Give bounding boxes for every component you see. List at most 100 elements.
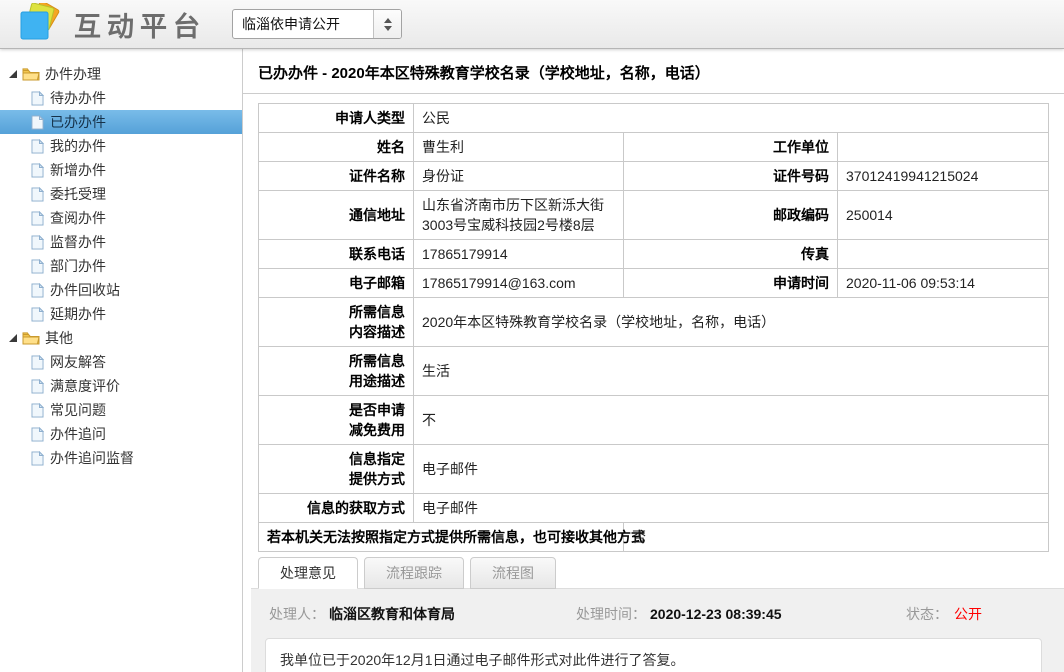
sidebar-item-label: 网友解答 <box>50 352 106 372</box>
folder-icon <box>22 67 40 81</box>
tab-process-track[interactable]: 流程跟踪 <box>364 557 464 589</box>
sidebar-item-label: 我的办件 <box>50 136 106 156</box>
document-icon <box>31 403 44 418</box>
table-row: 通信地址山东省济南市历下区新泺大街3003号宝威科技园2号楼8层邮政编码2500… <box>259 191 1049 240</box>
field-label: 姓名 <box>259 133 414 162</box>
document-icon <box>31 307 44 322</box>
folder-icon <box>22 331 40 345</box>
sidebar-item[interactable]: 待办办件 <box>0 86 242 110</box>
sidebar-item[interactable]: 我的办件 <box>0 134 242 158</box>
table-row: 电子邮箱17865179914@163.com申请时间2020-11-06 09… <box>259 269 1049 298</box>
main-content: 已办办件 - 2020年本区特殊教育学校名录（学校地址，名称，电话） 申请人类型… <box>243 49 1064 672</box>
sidebar-item[interactable]: 办件回收站 <box>0 278 242 302</box>
sidebar-item[interactable]: 常见问题 <box>0 398 242 422</box>
sidebar-item[interactable]: 查阅办件 <box>0 206 242 230</box>
handler-label: 处理人： <box>269 604 325 624</box>
category-select[interactable]: 临淄依申请公开 <box>232 9 402 39</box>
app-logo-icon <box>16 3 62 45</box>
table-row: 姓名曹生利工作单位 <box>259 133 1049 162</box>
page-title: 已办办件 - 2020年本区特殊教育学校名录（学校地址，名称，电话） <box>258 62 1064 83</box>
reply-message-box: 我单位已于2020年12月1日通过电子邮件形式对此件进行了答复。 <box>265 638 1042 672</box>
sidebar-item[interactable]: 监督办件 <box>0 230 242 254</box>
document-icon <box>31 451 44 466</box>
field-label: 工作单位 <box>624 133 838 162</box>
sidebar-item[interactable]: 满意度评价 <box>0 374 242 398</box>
document-icon <box>31 91 44 106</box>
field-label: 是否申请 减免费用 <box>259 396 414 445</box>
request-detail-table: 申请人类型公民姓名曹生利工作单位证件名称身份证证件号码3701241994121… <box>258 103 1049 552</box>
field-value: 2020-11-06 09:53:14 <box>838 269 1049 298</box>
arrow-up-icon <box>384 18 392 23</box>
sidebar-item[interactable]: 网友解答 <box>0 350 242 374</box>
sidebar-item-label: 常见问题 <box>50 400 106 420</box>
field-value: 公民 <box>414 104 1049 133</box>
sidebar-item[interactable]: 部门办件 <box>0 254 242 278</box>
sidebar-item-label: 部门办件 <box>50 256 106 276</box>
process-time-label: 处理时间： <box>576 604 646 624</box>
field-value: 电子邮件 <box>414 445 1049 494</box>
sidebar-item-label: 委托受理 <box>50 184 106 204</box>
sidebar-folder[interactable]: 办件办理 <box>0 62 242 86</box>
field-label: 申请人类型 <box>259 104 414 133</box>
sidebar-item[interactable]: 办件追问 <box>0 422 242 446</box>
field-value: 37012419941215024 <box>838 162 1049 191</box>
status-badge: 公开 <box>954 604 982 624</box>
sidebar-item-label: 已办办件 <box>50 112 106 132</box>
table-row: 是否申请 减免费用不 <box>259 396 1049 445</box>
document-icon <box>31 259 44 274</box>
category-select-value: 临淄依申请公开 <box>233 10 373 38</box>
field-value: 身份证 <box>414 162 624 191</box>
select-spinner-icon[interactable] <box>373 10 401 38</box>
table-row: 信息的获取方式电子邮件 <box>259 494 1049 523</box>
handler-value: 临淄区教育和体育局 <box>329 604 455 624</box>
field-value: 2020年本区特殊教育学校名录（学校地址，名称，电话） <box>414 298 1049 347</box>
field-label: 联系电话 <box>259 240 414 269</box>
field-label: 所需信息 用途描述 <box>259 347 414 396</box>
field-value: 250014 <box>838 191 1049 240</box>
processing-panel: 处理人： 临淄区教育和体育局 处理时间： 2020-12-23 08:39:45… <box>251 588 1064 672</box>
sidebar-item[interactable]: 新增办件 <box>0 158 242 182</box>
document-icon <box>31 379 44 394</box>
field-label: 若本机关无法按照指定方式提供所需信息，也可接收其他方式 <box>259 523 624 552</box>
sidebar-folder-label: 办件办理 <box>45 64 101 84</box>
field-value <box>838 240 1049 269</box>
process-time-value: 2020-12-23 08:39:45 <box>650 606 782 622</box>
document-icon <box>31 283 44 298</box>
tab-opinion[interactable]: 处理意见 <box>258 557 358 589</box>
field-value: 17865179914@163.com <box>414 269 624 298</box>
document-icon <box>31 163 44 178</box>
sidebar-item[interactable]: 委托受理 <box>0 182 242 206</box>
document-icon <box>31 115 44 130</box>
tree-expander-icon[interactable] <box>8 70 17 78</box>
field-label: 信息的获取方式 <box>259 494 414 523</box>
tab-flow-chart[interactable]: 流程图 <box>470 557 556 589</box>
field-value: 不 <box>414 396 1049 445</box>
field-label: 所需信息 内容描述 <box>259 298 414 347</box>
sidebar-item-label: 办件追问监督 <box>50 448 134 468</box>
document-icon <box>31 355 44 370</box>
sidebar-item-label: 待办办件 <box>50 88 106 108</box>
field-value: 否 <box>624 523 1049 552</box>
sidebar-item[interactable]: 已办办件 <box>0 110 242 134</box>
sidebar-item-label: 办件回收站 <box>50 280 120 300</box>
sidebar-item[interactable]: 办件追问监督 <box>0 446 242 470</box>
field-label: 电子邮箱 <box>259 269 414 298</box>
document-icon <box>31 235 44 250</box>
sidebar-folder[interactable]: 其他 <box>0 326 242 350</box>
tree-expander-icon[interactable] <box>8 334 17 342</box>
table-row: 信息指定 提供方式电子邮件 <box>259 445 1049 494</box>
table-row: 联系电话17865179914传真 <box>259 240 1049 269</box>
field-value: 山东省济南市历下区新泺大街3003号宝威科技园2号楼8层 <box>414 191 624 240</box>
field-label: 邮政编码 <box>624 191 838 240</box>
sidebar-item-label: 办件追问 <box>50 424 106 444</box>
sidebar-folder-label: 其他 <box>45 328 73 348</box>
document-icon <box>31 139 44 154</box>
sidebar-item-label: 满意度评价 <box>50 376 120 396</box>
sidebar-tree: 办件办理待办办件已办办件我的办件新增办件委托受理查阅办件监督办件部门办件办件回收… <box>0 49 243 672</box>
field-label: 通信地址 <box>259 191 414 240</box>
table-row: 所需信息 用途描述生活 <box>259 347 1049 396</box>
sidebar-item-label: 监督办件 <box>50 232 106 252</box>
sidebar-item[interactable]: 延期办件 <box>0 302 242 326</box>
sidebar-item-label: 查阅办件 <box>50 208 106 228</box>
table-row: 证件名称身份证证件号码37012419941215024 <box>259 162 1049 191</box>
